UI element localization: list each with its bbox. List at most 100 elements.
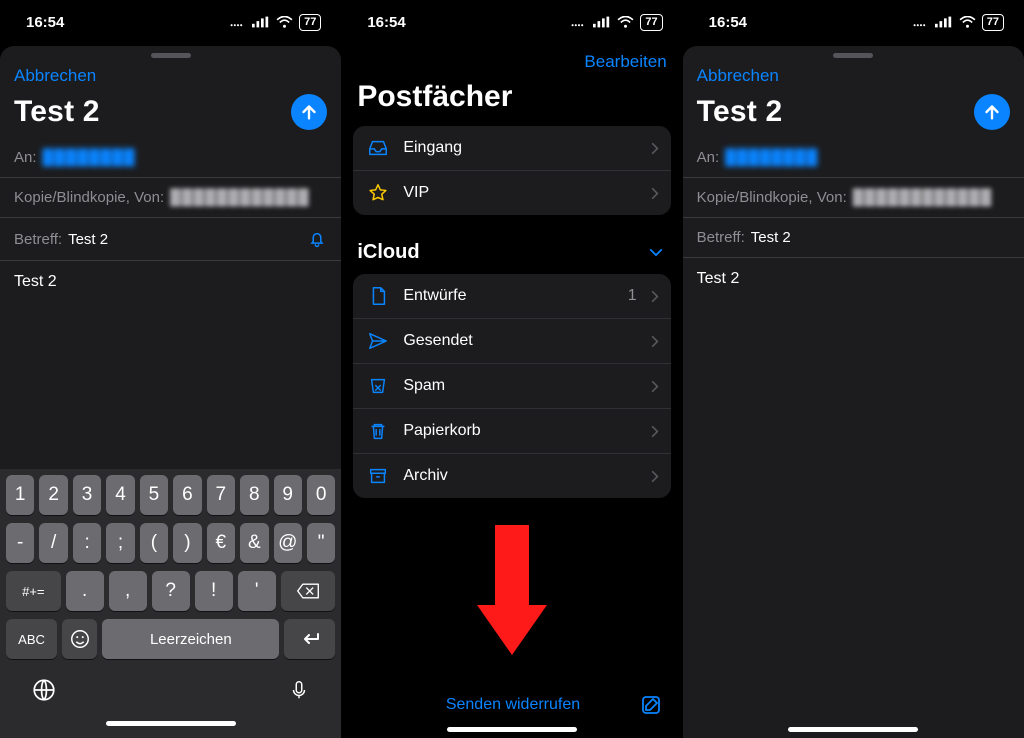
bottom-toolbar: Senden widerrufen xyxy=(341,683,682,721)
subject-label: Betreff: xyxy=(697,229,745,246)
key-1[interactable]: 1 xyxy=(6,475,34,515)
compose-body[interactable]: Test 2 xyxy=(0,261,341,469)
key-backspace[interactable] xyxy=(281,571,336,611)
mailbox-count: 1 xyxy=(628,287,637,305)
cc-field[interactable]: Kopie/Blindkopie, Von: ████████████ xyxy=(0,178,341,218)
send-button[interactable] xyxy=(291,94,327,130)
key-"[interactable]: " xyxy=(307,523,335,563)
to-value: ████████ xyxy=(43,149,136,166)
subject-value: Test 2 xyxy=(68,231,108,248)
battery-indicator: 77 xyxy=(640,14,662,31)
globe-button[interactable] xyxy=(31,677,57,703)
to-label: An: xyxy=(14,149,37,166)
wifi-icon xyxy=(276,16,293,29)
chevron-down-icon xyxy=(649,248,663,257)
cancel-button[interactable]: Abbrechen xyxy=(697,66,779,86)
compose-title: Test 2 xyxy=(697,95,783,129)
key-symbols-mode[interactable]: #+= xyxy=(6,571,61,611)
edit-button[interactable]: Bearbeiten xyxy=(584,52,666,72)
mailbox-label: Archiv xyxy=(403,467,636,485)
keyboard: 1234567890 -/:;()€&@" #+= .,?!' ABC Leer… xyxy=(0,469,341,738)
key-7[interactable]: 7 xyxy=(207,475,235,515)
screen-mailboxes: 16:54 77 Bearbeiten Postfächer Eingang VI… xyxy=(341,0,682,738)
key-9[interactable]: 9 xyxy=(274,475,302,515)
mailbox-label: Eingang xyxy=(403,139,636,157)
send-button[interactable] xyxy=(974,94,1010,130)
key-3[interactable]: 3 xyxy=(73,475,101,515)
cancel-button[interactable]: Abbrechen xyxy=(14,66,96,86)
trash-icon xyxy=(367,420,389,442)
screen-compose-no-keyboard: 16:54 77 Abbrechen Test 2 An: ████████ K… xyxy=(683,0,1024,738)
key-![interactable]: ! xyxy=(195,571,233,611)
key-,[interactable]: , xyxy=(109,571,147,611)
account-title[interactable]: iCloud xyxy=(357,241,419,264)
wifi-icon xyxy=(959,16,976,29)
status-bar: 16:54 77 xyxy=(341,0,682,44)
key-&[interactable]: & xyxy=(240,523,268,563)
status-bar: 16:54 77 xyxy=(683,0,1024,44)
notify-bell-icon[interactable] xyxy=(307,229,327,249)
key-6[interactable]: 6 xyxy=(173,475,201,515)
mailbox-row-eingang[interactable]: Eingang xyxy=(353,126,670,170)
mailbox-label: Spam xyxy=(403,377,636,395)
key-2[interactable]: 2 xyxy=(39,475,67,515)
key-@[interactable]: @ xyxy=(274,523,302,563)
to-field[interactable]: An: ████████ xyxy=(683,138,1024,178)
key-0[interactable]: 0 xyxy=(307,475,335,515)
cc-field[interactable]: Kopie/Blindkopie, Von: ████████████ xyxy=(683,178,1024,218)
key-return[interactable] xyxy=(284,619,335,659)
mailbox-label: Entwürfe xyxy=(403,287,613,305)
inbox-icon xyxy=(367,137,389,159)
key-5[interactable]: 5 xyxy=(140,475,168,515)
annotation-arrow xyxy=(457,520,567,660)
undo-send-button[interactable]: Senden widerrufen xyxy=(387,696,638,714)
chevron-right-icon xyxy=(651,290,659,303)
key-)[interactable]: ) xyxy=(173,523,201,563)
key-8[interactable]: 8 xyxy=(240,475,268,515)
home-indicator[interactable] xyxy=(788,727,918,732)
key-space[interactable]: Leerzeichen xyxy=(102,619,279,659)
backspace-icon xyxy=(296,582,320,600)
dictate-button[interactable] xyxy=(288,677,310,703)
key-?[interactable]: ? xyxy=(152,571,190,611)
subject-field[interactable]: Betreff: Test 2 xyxy=(683,218,1024,258)
key-€[interactable]: € xyxy=(207,523,235,563)
key-:[interactable]: : xyxy=(73,523,101,563)
send-icon xyxy=(367,330,389,352)
chevron-right-icon xyxy=(651,335,659,348)
key-emoji[interactable] xyxy=(62,619,97,659)
to-field[interactable]: An: ████████ xyxy=(0,138,341,178)
chevron-right-icon xyxy=(651,425,659,438)
globe-icon xyxy=(31,677,57,703)
star-icon xyxy=(367,182,389,204)
compose-button[interactable] xyxy=(639,693,663,717)
key-4[interactable]: 4 xyxy=(106,475,134,515)
mailbox-label: Papierkorb xyxy=(403,422,636,440)
sheet-grabber[interactable] xyxy=(833,53,873,58)
home-indicator[interactable] xyxy=(106,721,236,726)
key-'[interactable]: ' xyxy=(238,571,276,611)
mailbox-row-archiv[interactable]: Archiv xyxy=(353,453,670,498)
mailbox-row-spam[interactable]: Spam xyxy=(353,363,670,408)
cc-value: ████████████ xyxy=(853,189,993,206)
mailbox-row-entwürfe[interactable]: Entwürfe 1 xyxy=(353,274,670,318)
sheet-grabber[interactable] xyxy=(151,53,191,58)
mailbox-row-papierkorb[interactable]: Papierkorb xyxy=(353,408,670,453)
chevron-right-icon xyxy=(651,380,659,393)
key--[interactable]: - xyxy=(6,523,34,563)
key-abc-mode[interactable]: ABC xyxy=(6,619,57,659)
compose-body[interactable]: Test 2 xyxy=(683,258,1024,502)
key-([interactable]: ( xyxy=(140,523,168,563)
mailbox-row-vip[interactable]: VIP xyxy=(353,170,670,215)
subject-field[interactable]: Betreff: Test 2 xyxy=(0,218,341,261)
page-title: Postfächer xyxy=(341,76,682,126)
status-time: 16:54 xyxy=(367,14,405,31)
mailbox-row-gesendet[interactable]: Gesendet xyxy=(353,318,670,363)
screen-compose-with-keyboard: 16:54 77 Abbrechen Test 2 An: ████████ K… xyxy=(0,0,341,738)
home-indicator[interactable] xyxy=(447,727,577,732)
key-/[interactable]: / xyxy=(39,523,67,563)
key-;[interactable]: ; xyxy=(106,523,134,563)
compose-icon xyxy=(639,693,663,717)
wifi-icon xyxy=(617,16,634,29)
key-.[interactable]: . xyxy=(66,571,104,611)
